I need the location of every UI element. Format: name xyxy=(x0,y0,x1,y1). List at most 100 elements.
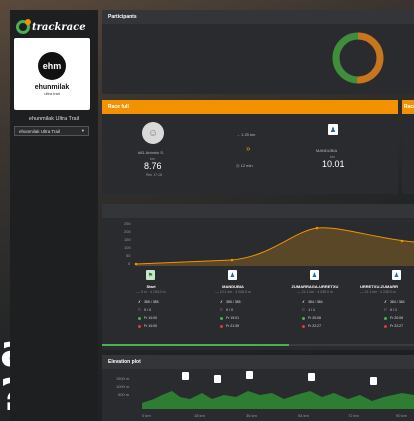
y-tick-250: 250 xyxy=(124,221,131,226)
checkpoint-marker-icon: ♟ xyxy=(392,270,401,280)
elevation-title: Elevation plot xyxy=(102,355,414,369)
next-point-name: MANDUBIA xyxy=(316,148,338,153)
checkpoint-open-time: Fr 20:06 xyxy=(384,316,403,320)
race-card-title: Race full xyxy=(102,100,398,114)
checkpoint-name: MANDUBIA xyxy=(222,284,244,289)
checkpoint-close-time: Fr 22:27 xyxy=(384,324,403,328)
runner-icon: ✗ xyxy=(138,300,141,304)
elev-y-tick-1000: 1000 m xyxy=(116,384,130,389)
checkpoint-marker-icon: ♟ xyxy=(228,270,237,280)
event-logo-sub: ultra trail xyxy=(44,91,60,96)
runner-pace: Rim 17:18 xyxy=(146,173,162,177)
race-card-2: Race xyxy=(402,100,414,194)
open-pin-icon xyxy=(138,316,141,320)
checkpoint-flags: ⚐ 0 / 0 xyxy=(138,308,151,312)
profile-point-urretxu xyxy=(400,239,404,243)
elevation-checkpoint-icon-4[interactable] xyxy=(308,373,315,381)
race-card-2-title: Race xyxy=(402,100,414,114)
event-select[interactable]: ehunmilak Ultra Trail ▾ xyxy=(14,126,89,136)
participants-card: Participants xyxy=(102,10,414,94)
y-tick-150: 150 xyxy=(124,237,131,242)
runner-avatar[interactable]: ☺ xyxy=(142,122,164,144)
clock-icon: ◷ xyxy=(236,163,240,168)
flag-icon: ⚐ xyxy=(384,308,388,312)
checkpoint-open-time: Fr 20:06 xyxy=(302,316,321,320)
runner-name: #81 Antonio S. xyxy=(138,150,165,155)
checkpoint-distance: — 21.1 km · 4 245.0 m xyxy=(297,290,333,294)
participants-title: Participants xyxy=(102,10,414,24)
checkpoint-marker-icon: ♟ xyxy=(310,270,319,280)
checkpoint-name: ZUMARRAGA-URRETXU xyxy=(291,284,339,289)
elevation-chart[interactable]: 1500 m 1000 m 500 m 0 km 18 km 36 km 54 … xyxy=(102,369,414,421)
close-pin-icon xyxy=(220,324,223,328)
participants-donut-chart[interactable] xyxy=(328,28,388,88)
elev-x-tick-72: 72 km xyxy=(348,413,360,418)
trackrace-logo[interactable]: trackrace xyxy=(16,14,86,40)
runner-icon: ✗ xyxy=(302,300,305,304)
delta-time: 12 min xyxy=(240,163,253,168)
runner-icon: ✗ xyxy=(220,300,223,304)
elev-x-tick-54: 54 km xyxy=(298,413,310,418)
checkpoint-runners: ✗ 385 / 385 xyxy=(138,300,159,304)
checkpoint-runners: ✗ 384 / 384 xyxy=(384,300,405,304)
next-point-distance: 10.01 xyxy=(322,159,345,169)
checkpoint-name: URRETXU-ZUMARR xyxy=(360,284,398,289)
elev-y-tick-1500: 1500 m xyxy=(116,376,130,381)
checkpoint-flags: ⚐ 0 / 1 xyxy=(384,308,397,312)
open-pin-icon xyxy=(384,316,387,320)
elevation-area xyxy=(142,391,414,409)
profile-point-mandubia xyxy=(230,258,234,262)
delta-time-row: ◷ 12 min xyxy=(236,163,253,168)
event-logo: ehm ehunmilak ultra trail xyxy=(14,38,90,110)
open-pin-icon xyxy=(220,316,223,320)
close-pin-icon xyxy=(384,324,387,328)
checkpoint-close-time: Fr 22:27 xyxy=(302,324,321,328)
chevron-right-double-icon: » xyxy=(246,144,251,153)
y-tick-0: 0 xyxy=(128,261,131,266)
event-title: ehunmilak Ultra Trail xyxy=(28,116,80,122)
delta-distance: → 1.25 km xyxy=(236,132,256,137)
y-tick-100: 100 xyxy=(124,245,131,250)
checkpoint-runners: ✗ 385 / 385 xyxy=(220,300,241,304)
checkpoint-marker-icon[interactable]: ♟ xyxy=(328,124,338,135)
checkpoint-flags: ⚐ 0 / 0 xyxy=(220,308,233,312)
profile-point-zumarraga xyxy=(315,226,319,230)
race-profile-header xyxy=(102,204,414,218)
checkpoint-distance: — 10.1 km · 4 245.0 m xyxy=(215,290,251,294)
checkpoint-open-time: Fr 10:00 xyxy=(138,316,157,320)
event-logo-name: ehunmilak xyxy=(34,84,70,91)
checkpoint-name: Start xyxy=(146,284,156,289)
checkpoint-distance: — 0 m · 4 190.0 m xyxy=(136,290,166,294)
sidebar: trackrace ehm ehunmilak ultra trail ehun… xyxy=(10,10,98,421)
main-content: Participants Race full ☺ #81 Antonio S. … xyxy=(102,10,414,421)
checkpoint-close-time: Fr 21:39 xyxy=(220,324,239,328)
y-tick-50: 50 xyxy=(126,253,131,258)
checkpoint-close-time: Fr 10:00 xyxy=(138,324,157,328)
race-card: Race full ☺ #81 Antonio S. km 8.76 Rim 1… xyxy=(102,100,398,194)
elevation-checkpoint-icon-5[interactable] xyxy=(370,377,377,385)
elevation-checkpoint-icon-3[interactable] xyxy=(246,371,253,379)
flag-icon: ⚐ xyxy=(138,308,142,312)
elevation-checkpoint-icon-2[interactable] xyxy=(214,375,221,383)
progress-bar xyxy=(102,344,414,346)
checkpoint-runners: ✗ 384 / 384 xyxy=(302,300,323,304)
elev-x-tick-90: 90 km xyxy=(396,413,408,418)
close-pin-icon xyxy=(302,324,305,328)
checkpoint-flags: ⚐ 1 / 1 xyxy=(302,308,315,312)
runner-icon: ✗ xyxy=(384,300,387,304)
rank-value: 8.76 xyxy=(144,161,162,171)
start-flag-icon: ⚑ xyxy=(146,270,155,280)
race-profile-chart[interactable]: 250 200 150 100 50 0 xyxy=(102,220,414,268)
elev-x-tick-36: 36 km xyxy=(246,413,258,418)
progress-fill xyxy=(102,344,290,346)
event-select-value: ehunmilak Ultra Trail xyxy=(19,128,61,134)
elevation-checkpoint-icon-1[interactable] xyxy=(182,372,189,380)
y-tick-200: 200 xyxy=(124,229,131,234)
trackrace-logo-icon xyxy=(16,19,31,34)
elev-y-tick-500: 500 m xyxy=(118,392,130,397)
elevation-card: Elevation plot 1500 m 1000 m 500 m 0 km … xyxy=(102,355,414,421)
elev-x-tick-18: 18 km xyxy=(194,413,206,418)
chevron-down-icon: ▾ xyxy=(81,128,84,133)
checkpoint-open-time: Fr 19:01 xyxy=(220,316,239,320)
checkpoint-distance: — 21.1 km · 4 245.0 m xyxy=(360,290,396,294)
